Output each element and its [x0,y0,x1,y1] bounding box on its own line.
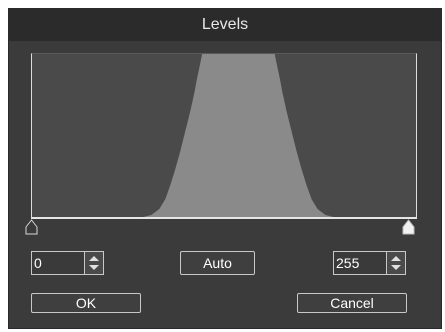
black-point-handle[interactable] [25,219,38,235]
slider-triangle-icon [402,219,415,235]
input-min-spinner[interactable] [84,252,103,274]
dialog-title: Levels [9,9,441,41]
histogram-baseline [31,217,417,219]
input-max-value[interactable]: 255 [334,252,386,274]
white-point-handle[interactable] [402,219,415,235]
up-down-arrows-icon [89,256,99,270]
histogram-panel [31,53,417,218]
input-max-field[interactable]: 255 [333,251,406,275]
histogram-graph [32,54,416,218]
input-max-spinner[interactable] [386,252,405,274]
cancel-button[interactable]: Cancel [297,293,407,313]
levels-dialog: Levels 0 Auto 255 OK Cancel [9,9,441,328]
slider-triangle-icon [25,219,38,235]
input-min-value[interactable]: 0 [32,252,84,274]
up-down-arrows-icon [391,256,401,270]
histogram-shape [32,54,416,218]
input-min-field[interactable]: 0 [31,251,104,275]
auto-button[interactable]: Auto [180,251,255,275]
ok-button[interactable]: OK [31,293,141,313]
